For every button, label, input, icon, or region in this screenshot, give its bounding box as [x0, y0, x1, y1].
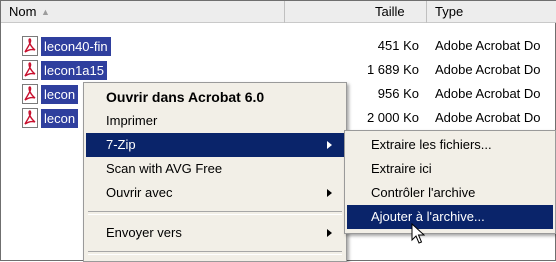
file-name[interactable]: lecon40-fin [41, 37, 111, 56]
menu-item-test-archive[interactable]: Contrôler l'archive [347, 181, 553, 205]
file-type: Adobe Acrobat Do [435, 38, 541, 53]
sort-asc-icon: ▲ [41, 7, 50, 17]
pdf-file-icon [22, 84, 38, 104]
column-size[interactable]: Taille [285, 1, 426, 23]
submenu-arrow-icon [327, 141, 332, 149]
file-name[interactable]: lecon1a15 [41, 61, 107, 80]
menu-item-send-to-label: Envoyer vers [106, 225, 182, 240]
column-header: Nom ▲ Taille Type [1, 1, 556, 23]
file-row[interactable]: lecon40-fin 451 Ko Adobe Acrobat Do [1, 35, 556, 59]
file-size: 1 689 Ko [366, 62, 419, 77]
mouse-cursor-icon [411, 223, 425, 244]
file-size: 956 Ko [377, 86, 419, 101]
menu-item-7zip-label: 7-Zip [106, 137, 136, 152]
menu-separator [88, 251, 342, 255]
column-type[interactable]: Type [427, 1, 556, 23]
column-size-label: Taille [375, 4, 405, 19]
pdf-file-icon [22, 36, 38, 56]
menu-item-print[interactable]: Imprimer [86, 109, 344, 133]
submenu-arrow-icon [327, 189, 332, 197]
file-name[interactable]: lecon [41, 109, 79, 128]
menu-item-open-with-label: Ouvrir avec [106, 185, 173, 200]
file-row[interactable]: lecon1a15 1 689 Ko Adobe Acrobat Do [1, 59, 556, 83]
context-menu: Ouvrir dans Acrobat 6.0 Imprimer 7-Zip S… [83, 82, 347, 262]
file-type: Adobe Acrobat Do [435, 110, 541, 125]
menu-item-open-with[interactable]: Ouvrir avec [86, 181, 344, 205]
menu-item-open-acrobat[interactable]: Ouvrir dans Acrobat 6.0 [86, 85, 344, 109]
menu-item-add-to-archive[interactable]: Ajouter à l'archive... [347, 205, 553, 229]
menu-item-send-to[interactable]: Envoyer vers [86, 221, 344, 245]
menu-item-extract-files[interactable]: Extraire les fichiers... [347, 133, 553, 157]
column-type-label: Type [435, 4, 464, 19]
pdf-file-icon [22, 60, 38, 80]
submenu-arrow-icon [327, 229, 332, 237]
explorer-window: Nom ▲ Taille Type lecon40-fin 451 Ko Ado… [0, 0, 556, 262]
column-name-label: Nom [9, 4, 37, 19]
pdf-file-icon [22, 108, 38, 128]
file-type: Adobe Acrobat Do [435, 62, 541, 77]
file-size: 2 000 Ko [366, 110, 419, 125]
file-name[interactable]: lecon [41, 85, 79, 104]
file-size: 451 Ko [377, 38, 419, 53]
menu-item-7zip[interactable]: 7-Zip [86, 133, 344, 157]
file-type: Adobe Acrobat Do [435, 86, 541, 101]
7zip-submenu: Extraire les fichiers... Extraire ici Co… [344, 130, 556, 234]
menu-item-extract-here[interactable]: Extraire ici [347, 157, 553, 181]
menu-separator [88, 211, 342, 215]
menu-item-scan-avg[interactable]: Scan with AVG Free [86, 157, 344, 181]
column-name[interactable]: Nom ▲ [1, 1, 284, 23]
